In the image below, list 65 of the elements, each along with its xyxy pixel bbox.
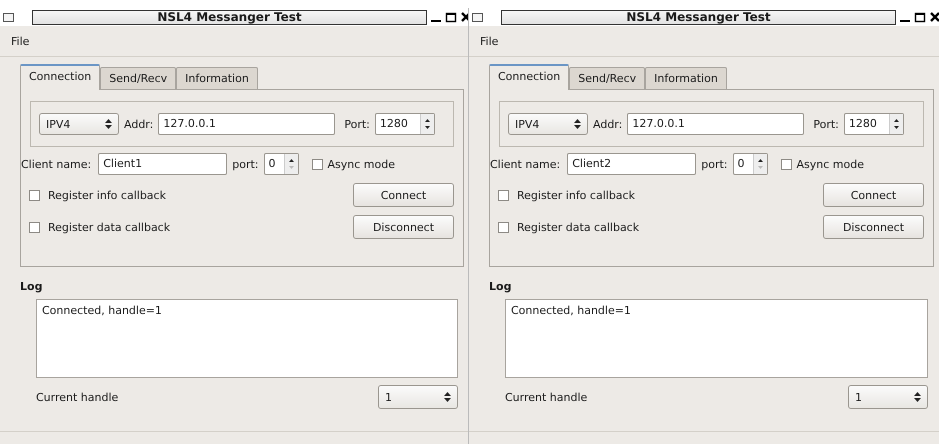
action-button[interactable]: Connect (823, 183, 924, 207)
current-handle-label: Current handle (36, 390, 118, 404)
tab[interactable]: Information (645, 67, 727, 89)
checkbox[interactable] (498, 190, 509, 200)
port-spinbox[interactable]: 1280 (844, 113, 904, 135)
checkbox[interactable] (29, 190, 40, 200)
tab[interactable]: Connection (489, 64, 570, 90)
updown-arrow-icon[interactable] (288, 157, 295, 171)
updown-arrow-icon (574, 119, 581, 129)
log-heading: Log (20, 280, 44, 293)
updown-arrow-icon (444, 392, 451, 402)
action-button[interactable]: Disconnect (353, 215, 454, 239)
checkbox[interactable] (312, 158, 323, 170)
close-icon[interactable] (929, 11, 939, 23)
updown-arrow-icon (914, 392, 921, 402)
port-spinbox[interactable]: 1280 (374, 113, 435, 135)
local-port-label: port: (701, 158, 728, 170)
tab[interactable]: Connection (20, 64, 100, 90)
checkbox-label: Register data callback (48, 220, 172, 234)
async-mode-label: Async mode (796, 158, 864, 170)
protocol-dropdown[interactable]: IPV4 (39, 113, 119, 135)
window-menu-icon[interactable] (3, 12, 14, 22)
checkbox[interactable] (498, 222, 509, 232)
addr-field[interactable]: 127.0.0.1 (627, 113, 804, 135)
addr-label: Addr: (124, 118, 154, 130)
port-label: Port: (344, 118, 370, 130)
checkbox[interactable] (29, 222, 40, 232)
local-port-spinbox[interactable]: 0 (264, 153, 299, 175)
updown-arrow-icon (105, 119, 112, 129)
async-mode-label: Async mode (328, 158, 395, 170)
maximize-icon[interactable] (445, 11, 457, 23)
client-name-field[interactable]: Client2 (567, 153, 696, 175)
checkbox-label: Register info callback (517, 188, 636, 202)
log-area: Connected, handle=1 (36, 299, 458, 378)
client-name-label: Client name: (21, 158, 92, 170)
addr-label: Addr: (593, 118, 622, 130)
tab[interactable]: Send/Recv (100, 67, 176, 89)
maximize-icon[interactable] (914, 11, 926, 23)
checkbox-label: Register info callback (48, 188, 167, 202)
window-menu-icon[interactable] (472, 12, 483, 22)
tab[interactable]: Send/Recv (569, 67, 646, 89)
tab[interactable]: Information (176, 67, 258, 89)
local-port-label: port: (232, 158, 259, 170)
log-area: Connected, handle=1 (505, 299, 928, 378)
updown-arrow-icon[interactable] (756, 157, 764, 171)
current-handle-label: Current handle (505, 390, 588, 404)
handle-dropdown[interactable]: 1 (848, 385, 928, 409)
updown-arrow-icon[interactable] (424, 117, 431, 131)
checkbox[interactable] (780, 158, 792, 170)
updown-arrow-icon[interactable] (892, 117, 900, 131)
action-button[interactable]: Connect (353, 183, 454, 207)
client-name-field[interactable]: Client1 (98, 153, 228, 175)
handle-dropdown[interactable]: 1 (378, 385, 458, 409)
protocol-dropdown[interactable]: IPV4 (508, 113, 588, 135)
client-name-label: Client name: (490, 158, 560, 170)
window-title: NSL4 Messanger Test (501, 10, 896, 24)
menu-item[interactable]: File (11, 34, 30, 48)
menu-item[interactable]: File (480, 34, 498, 48)
addr-field[interactable]: 127.0.0.1 (158, 113, 336, 135)
action-button[interactable]: Disconnect (823, 215, 924, 239)
local-port-spinbox[interactable]: 0 (732, 153, 768, 175)
window-title: NSL4 Messanger Test (32, 10, 427, 24)
checkbox-label: Register data callback (517, 220, 640, 234)
port-label: Port: (813, 118, 839, 130)
log-heading: Log (489, 280, 512, 293)
